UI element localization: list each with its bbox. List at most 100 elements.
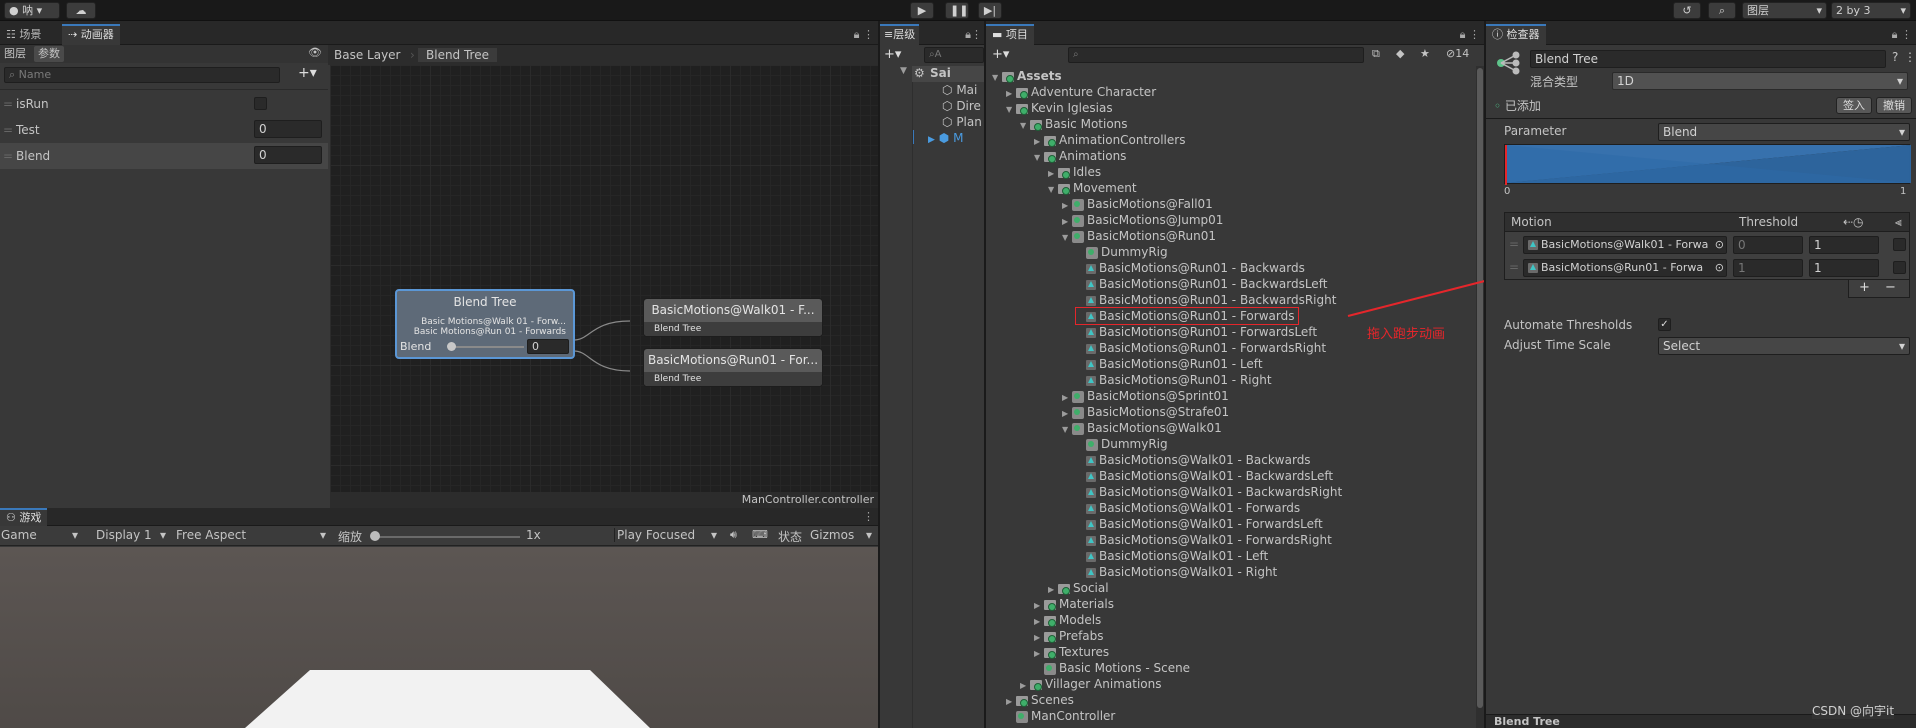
project-folder-item[interactable]: ▶ Prefabs <box>1034 628 1104 644</box>
chevron-down-icon[interactable]: ▼ <box>1048 182 1058 198</box>
mirror-checkbox[interactable] <box>1893 238 1906 251</box>
layout-dropdown[interactable]: 2 by 3 ▾ <box>1831 2 1911 19</box>
project-asset-item[interactable]: ▶ BasicMotions@Strafe01 <box>1062 404 1229 420</box>
parameter-value-field[interactable]: 0 <box>254 146 322 164</box>
graph-canvas[interactable]: Blend Tree Basic Motions@Walk 01 - Forw.… <box>330 65 878 492</box>
project-folder-item[interactable]: ▶ Social <box>1048 580 1109 596</box>
divider[interactable] <box>984 21 986 728</box>
project-search-input[interactable]: ⌕ <box>1068 47 1364 63</box>
tab-game[interactable]: ⚇ 游戏 <box>0 508 48 526</box>
project-asset-item[interactable]: BasicMotions@Walk01 - ForwardsRight <box>1076 532 1332 548</box>
blend-type-dropdown[interactable]: 1D ▾ <box>1612 72 1908 90</box>
hierarchy-search-input[interactable]: ⌕A <box>924 47 984 63</box>
project-folder-item[interactable]: ▶ AnimationControllers <box>1034 132 1185 148</box>
panel-menu-icons[interactable]: 🔒︎ ⋮ <box>854 24 874 45</box>
project-asset-item[interactable]: BasicMotions@Run01 - BackwardsLeft <box>1076 276 1327 292</box>
search-by-label-icon[interactable]: ◆ <box>1396 47 1404 60</box>
project-folder-item[interactable]: ▶ Models <box>1034 612 1101 628</box>
project-asset-item[interactable]: ▶ BasicMotions@Fall01 <box>1062 196 1213 212</box>
hierarchy-item[interactable]: ⬡ Mai <box>942 82 977 98</box>
zoom-slider-handle[interactable] <box>370 531 380 541</box>
node-slider-handle[interactable] <box>447 342 456 351</box>
project-asset-item[interactable]: DummyRig <box>1076 244 1168 260</box>
kebab-menu-icon[interactable]: ⋮ <box>863 28 874 41</box>
chevron-down-icon[interactable]: ▼ <box>900 66 907 76</box>
divider[interactable] <box>1484 21 1486 728</box>
motion-field[interactable]: BasicMotions@Walk01 - Forwa ⊙ <box>1523 236 1727 254</box>
project-asset-item[interactable]: BasicMotions@Walk01 - Forwards <box>1076 500 1300 516</box>
kebab-menu-icon[interactable]: ⋮ <box>863 508 874 526</box>
project-folder-item[interactable]: ▼ Assets <box>992 68 1062 84</box>
project-asset-item[interactable]: BasicMotions@Run01 - BackwardsRight <box>1076 292 1336 308</box>
favorite-icon[interactable]: ★ <box>1420 47 1430 60</box>
play-mode-dropdown[interactable]: Play Focused ▾ <box>614 528 720 542</box>
add-parameter-button[interactable]: +▾ <box>298 65 317 81</box>
object-picker-icon[interactable]: ⊙ <box>1715 237 1724 253</box>
kebab-menu-icon[interactable]: ⋮ <box>1469 28 1480 41</box>
node-slider-track[interactable] <box>449 346 524 348</box>
motion-row[interactable]: = BasicMotions@Run01 - Forwa ⊙ 1 1 <box>1505 257 1909 279</box>
chevron-down-icon[interactable]: ▼ <box>1062 422 1072 438</box>
blend-tree-node[interactable]: Blend Tree Basic Motions@Walk 01 - Forw.… <box>395 289 575 359</box>
project-folder-item[interactable]: ▶ Materials <box>1034 596 1114 612</box>
game-viewport[interactable] <box>0 547 878 728</box>
chevron-down-icon[interactable]: ▼ <box>992 70 1002 86</box>
motion-row[interactable]: = BasicMotions@Walk01 - Forwa ⊙ 0 1 <box>1505 234 1909 256</box>
divider[interactable] <box>878 21 880 728</box>
project-folder-item[interactable]: ▶ Adventure Character <box>1006 84 1156 100</box>
motion-node-run[interactable]: BasicMotions@Run01 - For... Blend Tree <box>643 348 823 387</box>
help-icon[interactable]: ? <box>1892 50 1898 64</box>
cloud-button[interactable]: ☁ <box>66 2 96 19</box>
project-asset-item[interactable]: BasicMotions@Walk01 - BackwardsRight <box>1076 484 1342 500</box>
panel-menu-icons[interactable]: 🔒︎ ⋮ <box>1460 24 1480 45</box>
kebab-menu-icon[interactable]: ⋮ <box>1901 28 1912 41</box>
tab-parameters[interactable]: 参数 <box>34 46 64 62</box>
hidden-packages-button[interactable]: ⊘14 <box>1446 47 1469 60</box>
parameter-search-input[interactable]: ⌕ Name <box>4 67 280 83</box>
automate-thresholds-checkbox[interactable]: ✓ <box>1658 318 1671 331</box>
kebab-menu-icon[interactable]: ⋮ <box>971 28 982 41</box>
project-asset-item[interactable]: BasicMotions@Walk01 - BackwardsLeft <box>1076 468 1333 484</box>
panel-menu-icons[interactable]: 🔒︎ ⋮ <box>1892 24 1912 45</box>
project-asset-item[interactable]: Basic Motions - Scene <box>1034 660 1190 676</box>
history-button[interactable]: ↺ <box>1673 2 1701 19</box>
lock-icon[interactable]: 🔒︎ <box>1892 28 1898 41</box>
project-asset-item[interactable]: ManController <box>1006 708 1115 724</box>
layers-dropdown[interactable]: 图层 ▾ <box>1742 2 1827 19</box>
adjust-time-scale-dropdown[interactable]: Select ▾ <box>1658 337 1910 355</box>
object-picker-icon[interactable]: ⊙ <box>1715 260 1724 276</box>
tab-animator[interactable]: ⇢ 动画器 <box>62 24 120 45</box>
hierarchy-item[interactable]: ⬡ Dire <box>942 98 981 114</box>
panel-menu-icons[interactable]: 🔒︎⋮ <box>965 24 982 45</box>
tab-inspector[interactable]: ⓘ 检查器 <box>1486 24 1546 45</box>
motion-node-walk[interactable]: BasicMotions@Walk01 - F... Blend Tree <box>643 298 823 337</box>
play-button[interactable]: ▶ <box>910 2 934 19</box>
project-asset-item[interactable]: BasicMotions@Run01 - Forwards <box>1074 307 1300 325</box>
project-asset-item[interactable]: BasicMotions@Walk01 - Right <box>1076 564 1277 580</box>
project-asset-item[interactable]: BasicMotions@Run01 - Backwards <box>1076 260 1305 276</box>
chevron-down-icon[interactable]: ▼ <box>1034 150 1044 166</box>
eye-icon[interactable]: 👁︎ <box>308 46 322 59</box>
project-asset-item[interactable]: ▼ BasicMotions@Run01 <box>1062 228 1216 244</box>
time-scale-field[interactable]: 1 <box>1809 259 1879 277</box>
project-asset-item[interactable]: BasicMotions@Run01 - Right <box>1076 372 1272 388</box>
chevron-down-icon[interactable]: ▼ <box>1006 102 1016 118</box>
parameter-bool-checkbox[interactable] <box>254 97 267 110</box>
project-asset-item[interactable]: BasicMotions@Walk01 - ForwardsLeft <box>1076 516 1323 532</box>
project-asset-item[interactable]: BasicMotions@Walk01 - Left <box>1076 548 1268 564</box>
blend-tree-name-field[interactable]: Blend Tree <box>1530 50 1886 68</box>
blend-graph[interactable] <box>1504 144 1911 185</box>
tab-project[interactable]: ▬ 项目 <box>986 24 1034 45</box>
parameter-row[interactable]: = Blend 0 <box>0 143 328 169</box>
drag-handle-icon[interactable]: = <box>3 123 13 137</box>
breadcrumb-blend-tree[interactable]: Blend Tree <box>418 48 497 62</box>
parameter-row[interactable]: = Test 0 <box>0 117 328 143</box>
project-folder-item[interactable]: ▼ Animations <box>1034 148 1126 164</box>
motion-field[interactable]: BasicMotions@Run01 - Forwa ⊙ <box>1523 259 1727 277</box>
scrollbar[interactable] <box>1476 66 1484 728</box>
parameter-row[interactable]: = isRun <box>0 91 328 117</box>
parameter-value-field[interactable]: 0 <box>254 120 322 138</box>
aspect-dropdown[interactable]: Free Aspect ▾ <box>176 528 330 542</box>
create-button[interactable]: +▾ <box>884 47 901 62</box>
project-asset-item[interactable]: ▼ BasicMotions@Walk01 <box>1062 420 1222 436</box>
